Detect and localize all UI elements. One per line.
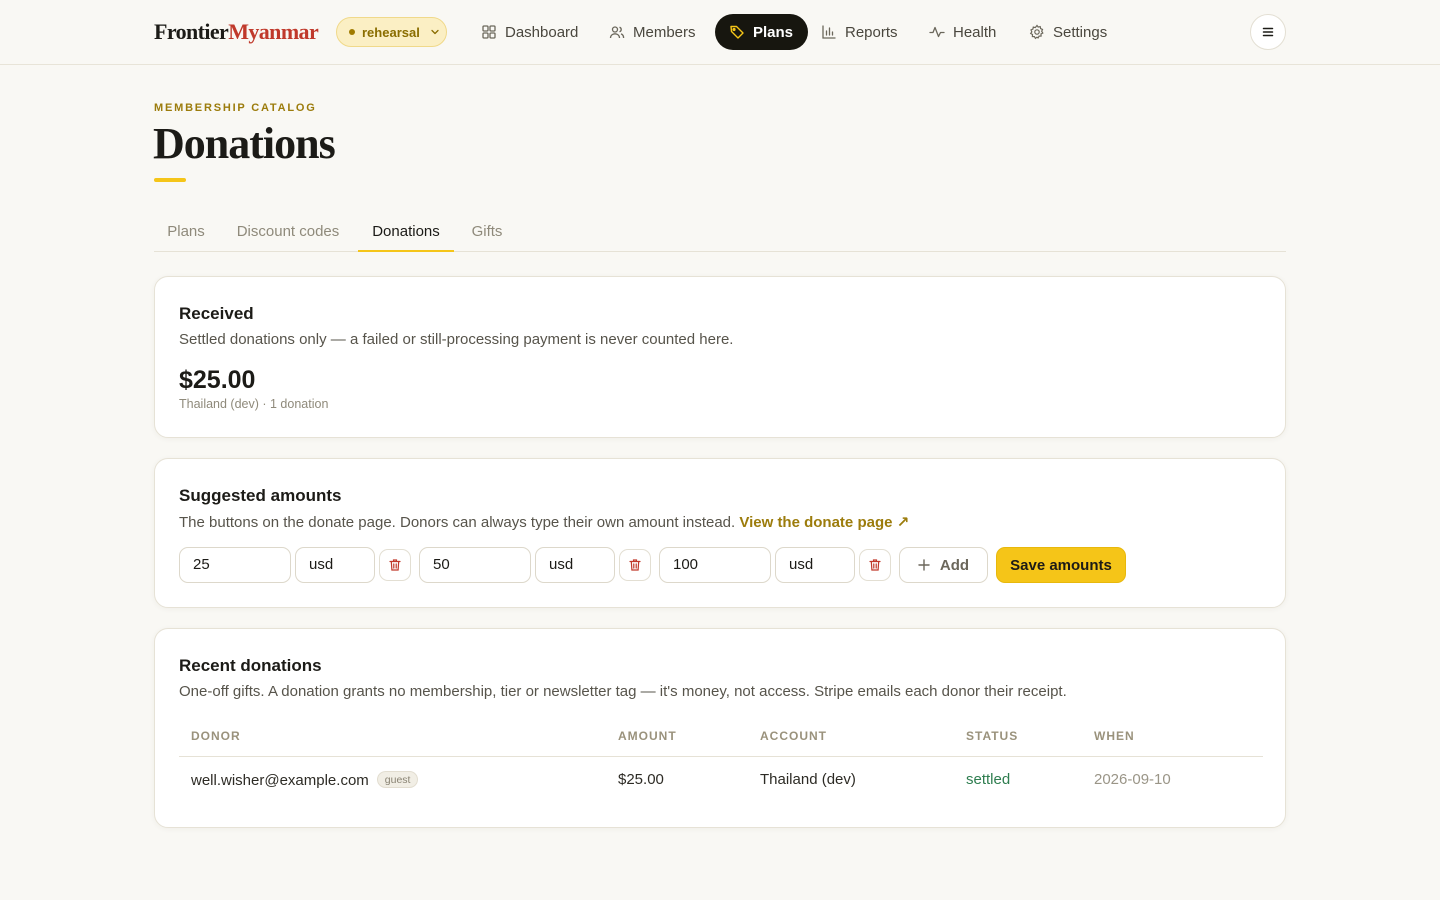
guest-badge: guest: [376, 771, 419, 788]
nav-item-dashboard[interactable]: Dashboard: [481, 14, 578, 50]
trash-icon: [629, 559, 641, 571]
received-title: Received: [179, 304, 254, 323]
nav-label: Plans: [753, 23, 794, 41]
received-amount: $25.00: [179, 366, 256, 394]
gear-icon: [1029, 24, 1044, 40]
tab-discount-codes[interactable]: Discount codes: [222, 214, 354, 252]
add-amount-label: Add: [939, 556, 970, 574]
donor-email: well.wisher@example.com: [191, 772, 369, 789]
suggested-title: Suggested amounts: [179, 486, 342, 505]
brand-name-part2: Myanmar: [228, 19, 319, 44]
nav-label: Settings: [1053, 23, 1108, 41]
tab-gifts[interactable]: Gifts: [458, 214, 516, 252]
column-header-status: STATUS: [966, 729, 1019, 743]
currency-input[interactable]: usd: [295, 547, 375, 583]
nav-item-settings[interactable]: Settings: [1029, 14, 1107, 50]
tab-donations[interactable]: Donations: [358, 214, 454, 252]
tag-icon: [730, 25, 744, 39]
recent-title: Recent donations: [179, 656, 322, 675]
recent-description: One-off gifts. A donation grants no memb…: [179, 683, 1067, 700]
environment-dot-icon: [349, 29, 355, 35]
received-card: Received Settled donations only — a fail…: [154, 276, 1286, 438]
page-title: Donations: [153, 119, 336, 168]
view-donate-page-link[interactable]: View the donate page ↗: [739, 514, 909, 531]
recent-donations-card: Recent donations One-off gifts. A donati…: [154, 628, 1286, 828]
nav-item-reports[interactable]: Reports: [821, 14, 898, 50]
nav-item-members[interactable]: Members: [609, 14, 696, 50]
suggested-amounts-card: Suggested amounts The buttons on the don…: [154, 458, 1286, 608]
column-header-amount: AMOUNT: [618, 729, 677, 743]
received-description: Settled donations only — a failed or sti…: [179, 331, 734, 348]
delete-amount-button[interactable]: [859, 549, 891, 581]
received-meta: Thailand (dev) · 1 donation: [179, 397, 329, 411]
bar-chart-icon: [822, 25, 836, 39]
top-bar: FrontierMyanmar rehearsal Dashboard Memb…: [0, 0, 1440, 65]
suggested-description: The buttons on the donate page. Donors c…: [179, 513, 909, 531]
amount-input[interactable]: 50: [419, 547, 531, 583]
when-cell: 2026-09-10: [1094, 771, 1171, 788]
brand-logo[interactable]: FrontierMyanmar: [154, 19, 319, 45]
column-header-donor: DONOR: [191, 729, 241, 743]
chevron-down-icon: [431, 29, 439, 35]
table-row[interactable]: well.wisher@example.com guest $25.00 Thai…: [179, 758, 1263, 802]
catalog-tabs: Plans Discount codes Donations Gifts: [154, 214, 1286, 252]
activity-icon: [929, 26, 945, 38]
amount-input[interactable]: 100: [659, 547, 771, 583]
delete-amount-button[interactable]: [379, 549, 411, 581]
users-icon: [609, 26, 625, 39]
column-header-when: WHEN: [1094, 729, 1135, 743]
menu-button[interactable]: [1250, 14, 1286, 50]
nav-item-health[interactable]: Health: [929, 14, 996, 50]
currency-input[interactable]: usd: [535, 547, 615, 583]
nav-item-plans[interactable]: Plans: [715, 14, 809, 50]
nav-label: Members: [633, 23, 696, 41]
donations-table-header: DONOR AMOUNT ACCOUNT STATUS WHEN: [179, 719, 1263, 757]
hamburger-icon: [1262, 27, 1274, 37]
nav-label: Health: [953, 23, 997, 41]
save-amounts-button[interactable]: Save amounts: [996, 547, 1126, 583]
trash-icon: [869, 559, 881, 571]
account-cell: Thailand (dev): [760, 771, 856, 788]
status-cell: settled: [966, 771, 1011, 788]
environment-label: rehearsal: [362, 24, 420, 40]
tab-plans[interactable]: Plans: [154, 214, 218, 252]
currency-input[interactable]: usd: [775, 547, 855, 583]
amount-input[interactable]: 25: [179, 547, 291, 583]
donor-cell: well.wisher@example.com guest: [191, 771, 419, 789]
trash-icon: [389, 559, 401, 571]
plus-icon: [918, 559, 930, 571]
column-header-account: ACCOUNT: [760, 729, 827, 743]
nav-label: Reports: [845, 23, 898, 41]
nav-label: Dashboard: [505, 23, 579, 41]
title-underline: [154, 178, 186, 182]
amount-cell: $25.00: [618, 771, 664, 788]
add-amount-button[interactable]: Add: [899, 547, 988, 583]
environment-switcher[interactable]: rehearsal: [336, 17, 447, 47]
suggested-description-text: The buttons on the donate page. Donors c…: [179, 514, 736, 531]
page-eyebrow: MEMBERSHIP CATALOG: [154, 102, 317, 114]
brand-name-part1: Frontier: [154, 19, 229, 44]
delete-amount-button[interactable]: [619, 549, 651, 581]
grid-icon: [482, 25, 496, 39]
